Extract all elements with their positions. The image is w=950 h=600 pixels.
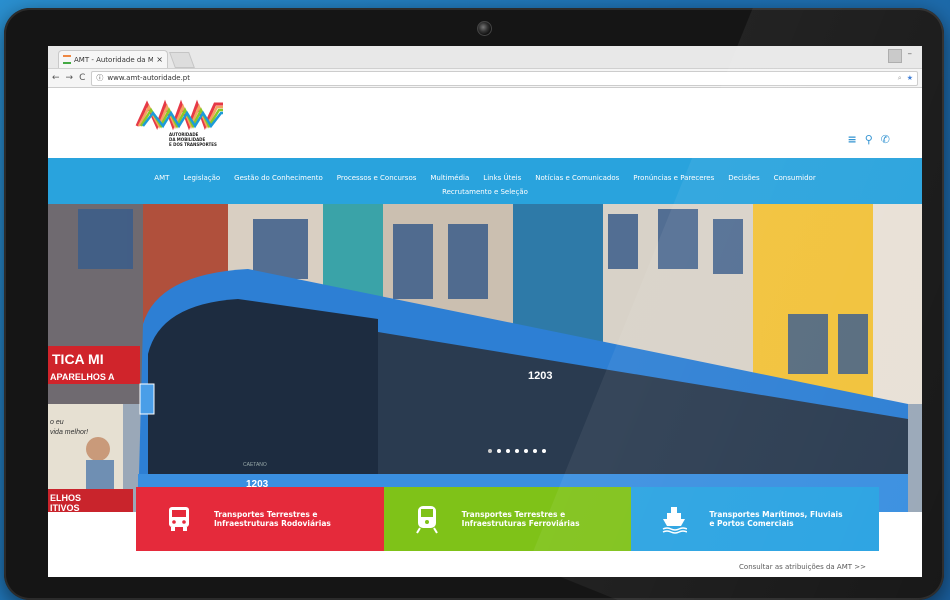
screen: AMT - Autoridade da M × – ← → C ⓘ www.am… <box>48 46 922 577</box>
bus-number: 1203 <box>528 370 552 382</box>
profile-icon[interactable] <box>887 49 902 63</box>
train-icon <box>415 506 438 534</box>
nav-item-multimédia[interactable]: Multimédia <box>430 174 469 182</box>
browser-tab[interactable]: AMT - Autoridade da M × <box>58 50 168 68</box>
nav-item-links-úteis[interactable]: Links Úteis <box>483 174 521 182</box>
poster-text-1: o eu <box>50 419 64 426</box>
carousel-dot[interactable] <box>488 449 492 453</box>
url-text: www.amt-autoridade.pt <box>107 74 190 82</box>
minimize-icon[interactable]: – <box>908 49 913 63</box>
new-tab-button[interactable] <box>169 52 195 68</box>
nav-item-recrutamento-e-seleção[interactable]: Recrutamento e Seleção <box>442 188 528 196</box>
carousel-dots <box>488 449 546 453</box>
carousel-dot[interactable] <box>497 449 501 453</box>
tab-title: AMT - Autoridade da M <box>74 55 154 64</box>
reload-icon[interactable]: C <box>79 73 85 83</box>
close-tab-icon[interactable]: × <box>156 55 163 64</box>
nav-row-2: Recrutamento e Seleção <box>48 185 922 199</box>
search-icon[interactable]: ⚲ <box>865 133 873 146</box>
tablet-frame: AMT - Autoridade da M × – ← → C ⓘ www.am… <box>4 8 944 600</box>
bookmark-star-icon[interactable]: ★ <box>907 74 913 83</box>
nav-item-processos-e-concursos[interactable]: Processos e Concursos <box>337 174 417 182</box>
service-rail-line2: Infraestruturas Ferroviárias <box>461 519 580 528</box>
carousel-dot[interactable] <box>533 449 537 453</box>
service-maritime-line1: Transportes Marítimos, Fluviais <box>709 510 843 519</box>
shop-sign-3: ELHOS <box>50 493 81 503</box>
header-icons: ≡ ⚲ ✆ <box>848 133 891 146</box>
site-header: AUTORIDADE DA MOBILIDADE E DOS TRANSPORT… <box>48 88 922 158</box>
camera-icon <box>477 21 492 36</box>
phone-icon[interactable]: ✆ <box>881 133 890 146</box>
address-bar: ← → C ⓘ www.amt-autoridade.pt ⌕ ★ <box>48 69 922 88</box>
service-rail-line1: Transportes Terrestres e <box>461 510 566 519</box>
service-maritime[interactable]: Transportes Marítimos, Fluviais e Portos … <box>631 487 880 551</box>
shop-sign-1: TICA MI <box>52 351 104 367</box>
carousel-dot[interactable] <box>542 449 546 453</box>
service-rail[interactable]: Transportes Terrestres e Infraestruturas … <box>383 487 632 551</box>
window-controls: – <box>887 49 913 63</box>
service-road[interactable]: Transportes Terrestres e Infraestruturas … <box>136 487 384 551</box>
nav-row-1: AMT Legislação Gestão do Conhecimento Proce… <box>48 171 922 185</box>
favicon-icon <box>63 55 71 64</box>
service-road-line2: Infraestruturas Rodoviárias <box>214 519 331 528</box>
service-maritime-line2: e Portos Comerciais <box>709 519 794 528</box>
service-road-line1: Transportes Terrestres e <box>214 510 318 519</box>
consult-link[interactable]: Consultar as atribuições da AMT >> <box>739 563 866 571</box>
main-nav: AMT Legislação Gestão do Conhecimento Proce… <box>48 158 922 204</box>
hero-image: TICA MI APARELHOS A o eu vida melhor! EL… <box>48 204 922 512</box>
menu-icon[interactable]: ≡ <box>848 133 857 146</box>
bus-brand: CAETANO <box>243 462 267 468</box>
info-icon[interactable]: ⓘ <box>96 73 103 83</box>
ship-icon <box>663 507 688 534</box>
carousel-dot[interactable] <box>515 449 519 453</box>
nav-item-consumidor[interactable]: Consumidor <box>774 174 816 182</box>
bus-icon <box>169 507 189 531</box>
poster-text-2: vida melhor! <box>50 429 88 436</box>
forward-icon[interactable]: → <box>66 73 74 83</box>
nav-item-legislação[interactable]: Legislação <box>183 174 220 182</box>
nav-item-gestão-do-conhecimento[interactable]: Gestão do Conhecimento <box>234 174 323 182</box>
tab-bar: AMT - Autoridade da M × – <box>48 46 922 69</box>
carousel-dot[interactable] <box>524 449 528 453</box>
url-input[interactable]: ⓘ www.amt-autoridade.pt ⌕ ★ <box>91 70 918 86</box>
hero-banner: TICA MI APARELHOS A o eu vida melhor! EL… <box>48 204 922 512</box>
logo-text: AUTORIDADE DA MOBILIDADE E DOS TRANSPORT… <box>169 132 217 147</box>
shop-sign-2: APARELHOS A <box>50 372 115 382</box>
nav-item-pronúncias-e-pareceres[interactable]: Pronúncias e Pareceres <box>633 174 714 182</box>
zoom-icon[interactable]: ⌕ <box>898 74 902 83</box>
nav-item-decisões[interactable]: Decisões <box>728 174 759 182</box>
back-icon[interactable]: ← <box>52 73 60 83</box>
nav-item-notícias-e-comunicados[interactable]: Notícias e Comunicados <box>535 174 619 182</box>
services-row: Transportes Terrestres e Infraestruturas … <box>136 487 880 551</box>
carousel-dot[interactable] <box>506 449 510 453</box>
nav-item-amt[interactable]: AMT <box>154 174 169 182</box>
shop-sign-4: ITIVOS <box>50 503 80 512</box>
